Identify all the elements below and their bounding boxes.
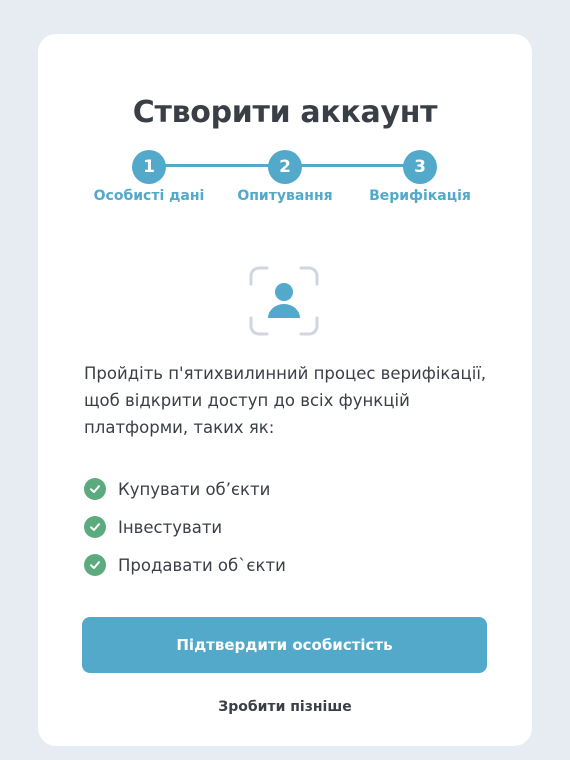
list-item: Купувати об’єкти	[84, 470, 286, 508]
feature-list: Купувати об’єкти Інвестувати Продавати о…	[84, 470, 286, 584]
feature-label: Купувати об’єкти	[118, 479, 271, 499]
check-circle-icon	[84, 516, 106, 538]
list-item: Продавати об`єкти	[84, 546, 286, 584]
check-circle-icon	[84, 478, 106, 500]
feature-label: Продавати об`єкти	[118, 555, 286, 575]
progress-stepper: 1 2 3 Особисті дані Опитування Верифікац…	[38, 150, 532, 210]
signup-card: Створити аккаунт 1 2 3 Особисті дані Опи…	[38, 34, 532, 746]
step-1-circle: 1	[132, 150, 166, 184]
verification-intro-text: Пройдіть п'ятихвилинний процес верифікац…	[84, 364, 487, 437]
step-3-label: Верифікація	[369, 188, 471, 204]
step-2-circle: 2	[268, 150, 302, 184]
face-id-user-icon	[249, 266, 319, 336]
feature-label: Інвестувати	[118, 517, 223, 537]
check-circle-icon	[84, 554, 106, 576]
step-connector	[149, 164, 285, 167]
step-connector	[285, 164, 420, 167]
page-title: Створити аккаунт	[132, 95, 438, 130]
do-later-link[interactable]: Зробити пізніше	[38, 699, 532, 715]
step-3-circle: 3	[403, 150, 437, 184]
confirm-identity-button[interactable]: Підтвердити особистість	[82, 617, 487, 673]
list-item: Інвестувати	[84, 508, 286, 546]
